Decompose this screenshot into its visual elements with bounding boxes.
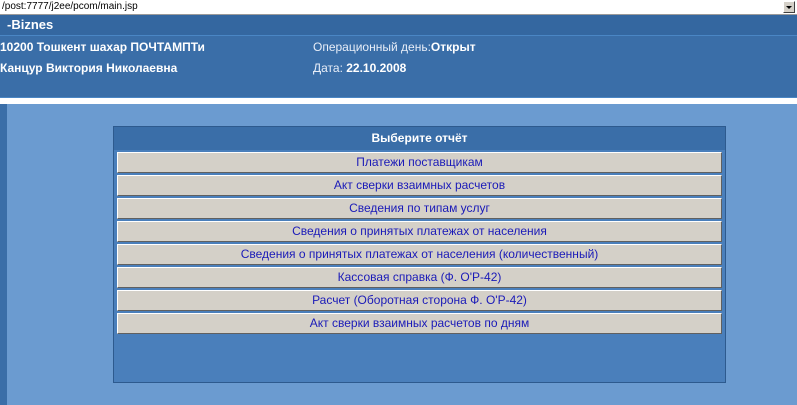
office-name: 10200 Тошкент шахар ПОЧТАМПТи [0, 40, 205, 54]
report-button-service-types[interactable]: Сведения по типам услуг [117, 198, 722, 219]
report-button-reverse-calculation[interactable]: Расчет (Оборотная сторона Ф. О'Р-42) [117, 290, 722, 311]
report-selection-panel: Выберите отчёт Платежи поставщикам Акт с… [113, 126, 726, 383]
info-row-office: 10200 Тошкент шахар ПОЧТАМПТи Операционн… [0, 37, 797, 57]
info-bar: 10200 Тошкент шахар ПОЧТАМПТи Операционн… [0, 36, 797, 97]
report-button-reconciliation-act[interactable]: Акт сверки взаимных расчетов [117, 175, 722, 196]
current-date: Дата: 22.10.2008 [313, 58, 406, 78]
report-button-accepted-payments[interactable]: Сведения о принятых платежах от населени… [117, 221, 722, 242]
address-bar[interactable]: /post:7777/j2ee/pcom/main.jsp [0, 0, 797, 15]
address-url[interactable]: /post:7777/j2ee/pcom/main.jsp [2, 1, 138, 13]
date-label: Дата: [313, 61, 343, 75]
user-name: Канцур Виктория Николаевна [0, 61, 178, 75]
report-button-supplier-payments[interactable]: Платежи поставщикам [117, 152, 722, 173]
brand-title: -Biznes [0, 15, 797, 35]
date-value: 22.10.2008 [346, 61, 407, 75]
operational-day-value: Открыт [430, 40, 476, 54]
operational-day: Операционный день:Открыт [313, 37, 476, 57]
browser-window: /post:7777/j2ee/pcom/main.jsp -Biznes 10… [0, 0, 797, 405]
report-button-cash-certificate[interactable]: Кассовая справка (Ф. О'Р-42) [117, 267, 722, 288]
app-area: -Biznes 10200 Тошкент шахар ПОЧТАМПТи Оп… [0, 15, 797, 405]
address-dropdown-icon[interactable] [783, 1, 795, 13]
left-edge [0, 104, 7, 405]
report-button-accepted-payments-quantity[interactable]: Сведения о принятых платежах от населени… [117, 244, 722, 265]
report-button-reconciliation-by-days[interactable]: Акт сверки взаимных расчетов по дням [117, 313, 722, 334]
operational-day-label: Операционный день: [313, 40, 431, 54]
panel-title: Выберите отчёт [114, 127, 725, 150]
info-row-user: Канцур Виктория Николаевна Дата: 22.10.2… [0, 58, 797, 78]
